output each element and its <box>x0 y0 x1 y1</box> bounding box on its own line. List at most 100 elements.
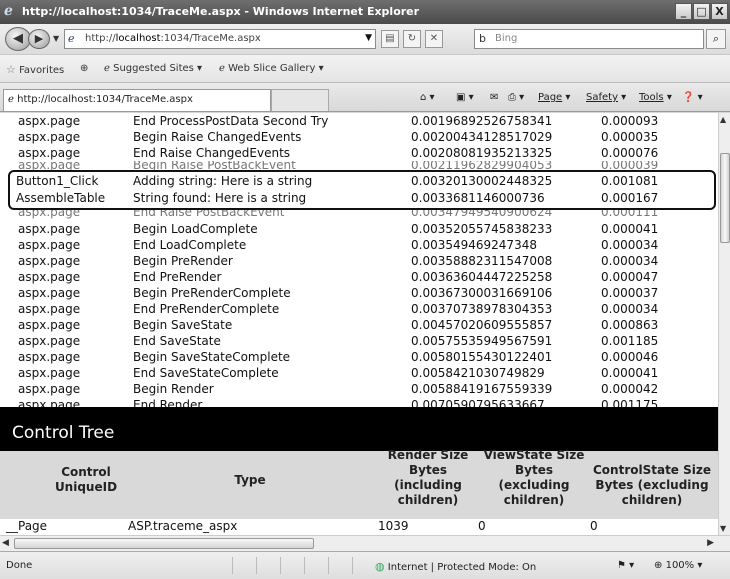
trace-from-last: 0.000076 <box>601 146 659 160</box>
protected-mode-icon[interactable]: ⚑ ▾ <box>617 560 634 571</box>
zoom-level[interactable]: ⊕ 100% ▾ <box>654 560 702 571</box>
control-uniqueid: __Page <box>6 519 48 533</box>
trace-from-last: 0.000039 <box>601 161 659 170</box>
trace-from-last: 0.000034 <box>601 302 659 316</box>
trace-from-first: 0.00196892526758341 <box>411 114 553 128</box>
recent-pages-dropdown-icon[interactable]: ▼ <box>53 34 59 43</box>
maximize-button[interactable]: □ <box>693 3 710 20</box>
trace-row: aspx.page End SaveStateComplete 0.00584210… <box>0 365 718 381</box>
trace-from-last: 0.000167 <box>601 191 659 205</box>
trace-category: aspx.page <box>18 382 81 396</box>
tab-title: http://localhost:1034/TraceMe.aspx <box>17 94 193 105</box>
highlighted-trace-callout: Button1_Click Adding string: Here is a s… <box>8 170 716 210</box>
trace-message: End Raise PostBackEvent <box>133 210 285 219</box>
window-title-bar: ℯ http://localhost:1034/TraceMe.aspx - W… <box>0 0 730 24</box>
trace-from-first: 0.00575535949567591 <box>411 334 553 348</box>
compatibility-view-icon[interactable]: ▤ <box>381 30 399 48</box>
new-tab-button[interactable] <box>271 89 329 111</box>
scroll-up-icon[interactable]: ▲ <box>720 115 726 124</box>
trace-from-first: 0.00367300031669106 <box>411 286 553 300</box>
trace-from-last: 0.000047 <box>601 270 659 284</box>
forward-button[interactable]: ▶ <box>28 29 50 49</box>
favorites-button[interactable]: ☆ Favorites <box>6 63 64 76</box>
column-header-control-uniqueid: Control UniqueID <box>36 465 136 495</box>
trace-message: String found: Here is a string <box>133 191 307 205</box>
trace-row: aspx.page Begin SaveStateComplete 0.005801… <box>0 349 718 365</box>
search-icon[interactable]: ⌕ <box>706 29 726 49</box>
globe-icon: ◍ <box>375 560 385 573</box>
trace-category: aspx.page <box>18 318 81 332</box>
column-header-line: (excluding <box>498 478 570 492</box>
trace-from-first: 0.00457020609555857 <box>411 318 553 332</box>
scroll-left-icon[interactable]: ◀ <box>2 538 9 548</box>
address-bar[interactable]: ℯ http://localhost:1034/TraceMe.aspx ▼ <box>64 29 376 49</box>
minimize-button[interactable]: _ <box>675 3 692 20</box>
control-type: ASP.traceme_aspx <box>128 519 238 533</box>
security-zone[interactable]: ◍ Internet | Protected Mode: On <box>375 560 536 573</box>
trace-from-first: 0.00208081935213325 <box>411 146 553 160</box>
horizontal-scroll-thumb[interactable] <box>14 538 314 549</box>
trace-from-last: 0.000041 <box>601 366 659 380</box>
trace-from-first: 0.00588419167559339 <box>411 382 553 396</box>
home-icon[interactable]: ⌂ ▾ <box>420 92 435 103</box>
trace-from-last: 0.000863 <box>601 318 659 332</box>
scroll-right-icon[interactable]: ▶ <box>707 538 714 548</box>
favorites-bar: ☆ Favorites ⊕ ℯ Suggested Sites ▾ ℯ Web … <box>0 54 730 82</box>
trace-row: aspx.page End PreRender 0.0036360444722525… <box>0 269 718 285</box>
address-url[interactable]: http://localhost:1034/TraceMe.aspx <box>85 33 261 44</box>
trace-from-first: 0.003549469247348 <box>411 238 537 252</box>
trace-row: aspx.page Begin Render 0.00588419167559339… <box>0 381 718 397</box>
close-button[interactable]: X <box>711 3 728 20</box>
column-header-line: Bytes <box>515 463 553 477</box>
address-dropdown-icon[interactable]: ▼ <box>365 33 372 43</box>
trace-from-last: 0.000093 <box>601 114 659 128</box>
bing-icon: b <box>479 32 486 45</box>
trace-category: aspx.page <box>18 286 81 300</box>
star-icon: ☆ <box>6 63 16 76</box>
trace-message: End ProcessPostData Second Try <box>133 114 329 128</box>
horizontal-scrollbar[interactable]: ◀ ▶ <box>0 535 730 551</box>
url-host: localhost <box>115 33 161 44</box>
refresh-icon[interactable]: ↻ <box>403 30 421 48</box>
scroll-down-icon[interactable]: ▼ <box>720 524 726 533</box>
status-segment <box>232 557 256 574</box>
trace-from-first: 0.00200434128517029 <box>411 130 553 144</box>
trace-row: aspx.page End Raise ChangedEvents 0.0020… <box>0 145 718 161</box>
safety-menu[interactable]: Safety ▾ <box>586 92 626 103</box>
trace-from-last: 0.001185 <box>601 334 659 348</box>
trace-row: aspx.page Begin PreRenderComplete 0.003673… <box>0 285 718 301</box>
trace-row: aspx.page End ProcessPostData Second Try… <box>0 113 718 129</box>
control-tree-rows: __Page ASP.traceme_aspx 1039 0 0 ctl02 S… <box>0 519 718 535</box>
vertical-scrollbar[interactable]: ▲ ▼ <box>718 113 730 535</box>
trace-row: aspx.page End Raise PostBackEvent 0.0034… <box>0 210 718 221</box>
suggested-sites-link[interactable]: ℯ Suggested Sites ▾ <box>104 63 202 74</box>
trace-from-last: 0.000035 <box>601 130 659 144</box>
add-to-favorites-icon[interactable]: ⊕ <box>80 63 88 74</box>
help-icon[interactable]: ❓ ▾ <box>682 92 703 103</box>
trace-row: aspx.page Begin Raise ChangedEvents 0.00… <box>0 129 718 145</box>
trace-from-first: 0.00352055745838233 <box>411 222 553 236</box>
column-header-line: Bytes (excluding <box>595 478 709 492</box>
web-slice-gallery-label: Web Slice Gallery ▾ <box>228 63 324 74</box>
feeds-icon[interactable]: ▣ ▾ <box>456 92 474 103</box>
status-segment <box>304 557 328 574</box>
search-box[interactable]: b Bing <box>474 29 704 49</box>
read-mail-icon[interactable]: ✉ <box>490 92 498 103</box>
print-icon[interactable]: ⎙ ▾ <box>508 92 524 103</box>
url-path: :1034/TraceMe.aspx <box>160 33 261 44</box>
trace-row: aspx.page Begin LoadComplete 0.00352055745… <box>0 221 718 237</box>
trace-category: aspx.page <box>18 350 81 364</box>
column-header-viewstate-size: ViewState Size Bytes (excluding children… <box>478 448 590 508</box>
control-render-size: 1039 <box>378 519 409 533</box>
stop-icon[interactable]: ✕ <box>425 30 443 48</box>
trace-message: Begin SaveStateComplete <box>133 350 291 364</box>
web-slice-gallery-link[interactable]: ℯ Web Slice Gallery ▾ <box>219 63 324 74</box>
status-segment <box>328 557 352 574</box>
page-menu[interactable]: Page ▾ <box>538 92 570 103</box>
control-tree-heading: Control Tree <box>0 407 718 451</box>
tools-menu[interactable]: Tools ▾ <box>639 92 672 103</box>
vertical-scroll-thumb[interactable] <box>720 153 730 243</box>
trace-category: aspx.page <box>18 210 81 219</box>
tab-traceme[interactable]: ℯ http://localhost:1034/TraceMe.aspx <box>3 89 271 111</box>
trace-message: Begin LoadComplete <box>133 222 258 236</box>
